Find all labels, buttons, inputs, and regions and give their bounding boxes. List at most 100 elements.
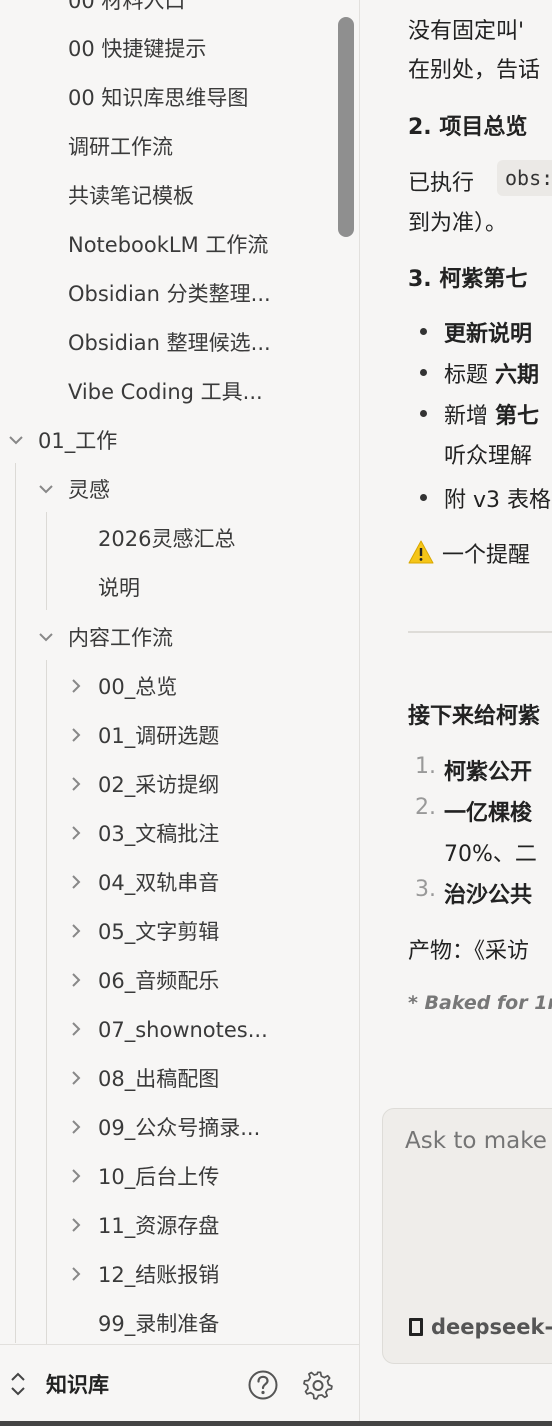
sidebar-scrollbar[interactable]	[338, 17, 354, 237]
tree-item-file[interactable]: Obsidian 整理候选...	[68, 323, 271, 363]
indent-guide	[15, 463, 16, 1343]
tree-item-label: 12_结账报销	[98, 1263, 220, 1287]
tree-item-file[interactable]: 共读笔记模板	[68, 176, 194, 216]
tree-item-label: NotebookLM 工作流	[68, 233, 269, 257]
tree-folder[interactable]: 03_文稿批注	[98, 814, 219, 854]
chevron-down-icon[interactable]	[39, 484, 53, 496]
tree-folder[interactable]: 07_shownotes...	[98, 1010, 268, 1050]
tree-item-label: Obsidian 整理候选...	[68, 331, 271, 355]
section-heading: 2. 项目总览	[408, 115, 528, 140]
tree-item-file[interactable]: 00 知识库思维导图	[68, 78, 248, 118]
indent-guide	[46, 660, 47, 1344]
tree-item-label: 内容工作流	[68, 626, 173, 650]
chevron-right-icon[interactable]	[71, 1120, 83, 1134]
gear-icon[interactable]	[302, 1369, 334, 1401]
tree-item-label: 调研工作流	[68, 135, 173, 159]
chevron-down-icon[interactable]	[9, 435, 23, 447]
tree-folder-work[interactable]: 01_工作	[38, 421, 117, 461]
tree-item-label: 00 材料入口	[68, 0, 186, 13]
tree-item-file[interactable]: NotebookLM 工作流	[68, 225, 268, 265]
tree-item-label: 2026灵感汇总	[98, 527, 236, 551]
help-circle-icon[interactable]	[247, 1369, 279, 1401]
bullet-lead: 标题	[444, 363, 495, 388]
tree-folder[interactable]: 05_文字剪辑	[98, 912, 219, 952]
chevron-down-icon[interactable]	[39, 632, 53, 644]
chevron-right-icon[interactable]	[71, 777, 83, 791]
message-text: 没有固定叫'	[408, 19, 525, 44]
tree-folder[interactable]: 11_资源存盘	[98, 1206, 219, 1246]
tree-item-label: 99_录制准备	[98, 1312, 220, 1336]
tree-item-label: 灵感	[68, 478, 110, 502]
tree-item-file[interactable]: Obsidian 分类整理...	[68, 274, 271, 314]
list-number: 2.	[415, 795, 436, 820]
tree-item-label: 00 快捷键提示	[68, 37, 207, 61]
status-text: * Baked for 1m	[408, 992, 552, 1014]
tree-item-file[interactable]: 00 材料入口	[68, 0, 185, 21]
chevron-right-icon[interactable]	[71, 1218, 83, 1232]
tree-item-label: 04_双轨串音	[98, 871, 220, 895]
chevron-right-icon[interactable]	[71, 826, 83, 840]
chevron-right-icon[interactable]	[71, 1071, 83, 1085]
message-text: 已执行	[408, 171, 475, 196]
tree-folder[interactable]: 06_音频配乐	[98, 961, 219, 1001]
section-heading: 接下来给柯紫	[408, 704, 541, 729]
tree-item-label: 01_调研选题	[98, 724, 220, 748]
tree-item-file[interactable]: Vibe Coding 工具...	[68, 372, 263, 412]
chevron-right-icon[interactable]	[71, 924, 83, 938]
bullet-lead: 新增	[444, 404, 495, 429]
tree-folder[interactable]: 10_后台上传	[98, 1157, 219, 1197]
window-bottom-edge	[0, 1421, 552, 1426]
tree-item-file[interactable]: 说明	[98, 568, 140, 608]
tree-folder[interactable]: 09_公众号摘录...	[98, 1108, 260, 1148]
bullet-text: 新增 第七	[444, 398, 539, 430]
vault-name[interactable]: 知识库	[46, 1369, 109, 1399]
file-explorer-sidebar: 00 材料入口 00 快捷键提示 00 知识库思维导图 调研工作流 共读笔记模板…	[0, 0, 360, 1426]
bullet-text: 附 v3 表格	[444, 488, 552, 513]
tree-item-label: 共读笔记模板	[68, 184, 194, 208]
list-item: 一亿棵梭	[444, 801, 533, 826]
tree-item-file[interactable]: 调研工作流	[68, 127, 173, 167]
sidebar-footer: 知识库	[0, 1344, 359, 1426]
tree-item-label: Vibe Coding 工具...	[68, 380, 263, 404]
tree-item-file[interactable]: 00 快捷键提示	[68, 29, 206, 69]
inline-code: obs:	[497, 160, 552, 196]
chevron-right-icon[interactable]	[71, 973, 83, 987]
bullet-dot	[420, 410, 427, 417]
warning-text: 一个提醒	[442, 543, 531, 568]
tree-folder-inspiration[interactable]: 灵感	[68, 470, 110, 510]
tree-item-file[interactable]: 2026灵感汇总	[98, 519, 235, 559]
chevron-right-icon[interactable]	[71, 1267, 83, 1281]
tree-folder[interactable]: 12_结账报销	[98, 1255, 219, 1295]
tree-folder-content-workflow[interactable]: 内容工作流	[68, 618, 173, 658]
tree-item-label: 05_文字剪辑	[98, 920, 220, 944]
bullet-dot	[420, 369, 427, 376]
tree-item-label: 11_资源存盘	[98, 1214, 220, 1238]
tree-folder[interactable]: 00_总览	[98, 667, 177, 707]
model-selector[interactable]: deepseek-r	[409, 1315, 552, 1339]
chevron-up-down-icon[interactable]	[8, 1370, 28, 1398]
tree-folder[interactable]: 04_双轨串音	[98, 863, 219, 903]
tree-folder[interactable]: 08_出稿配图	[98, 1059, 219, 1099]
indent-guide	[46, 512, 47, 610]
tree-folder[interactable]: 02_采访提纲	[98, 765, 219, 805]
model-name: deepseek-r	[431, 1315, 552, 1339]
message-text: 到为准）。	[408, 211, 508, 236]
tree-folder[interactable]: 01_调研选题	[98, 716, 219, 756]
list-item-cont: 70%、二	[444, 842, 537, 867]
chat-composer[interactable]: deepseek-r	[382, 1108, 552, 1364]
list-number: 3.	[415, 877, 436, 902]
warning-icon	[408, 540, 434, 564]
tree-item-label: 01_工作	[38, 429, 118, 453]
chat-pane: 没有固定叫' 在别处，告话 2. 项目总览 已执行 obs: 到为准）。 3. …	[360, 0, 552, 1426]
bullet-text: 标题 六期	[444, 357, 539, 389]
chat-input[interactable]	[403, 1127, 552, 1155]
list-item: 治沙公共	[444, 883, 533, 908]
chevron-right-icon[interactable]	[71, 875, 83, 889]
chevron-right-icon[interactable]	[71, 728, 83, 742]
bullet-bold: 第七	[495, 404, 540, 429]
chevron-right-icon[interactable]	[71, 679, 83, 693]
chevron-right-icon[interactable]	[71, 1022, 83, 1036]
tree-item-label: 06_音频配乐	[98, 969, 220, 993]
tree-item-file[interactable]: 99_录制准备	[98, 1304, 219, 1344]
chevron-right-icon[interactable]	[71, 1169, 83, 1183]
